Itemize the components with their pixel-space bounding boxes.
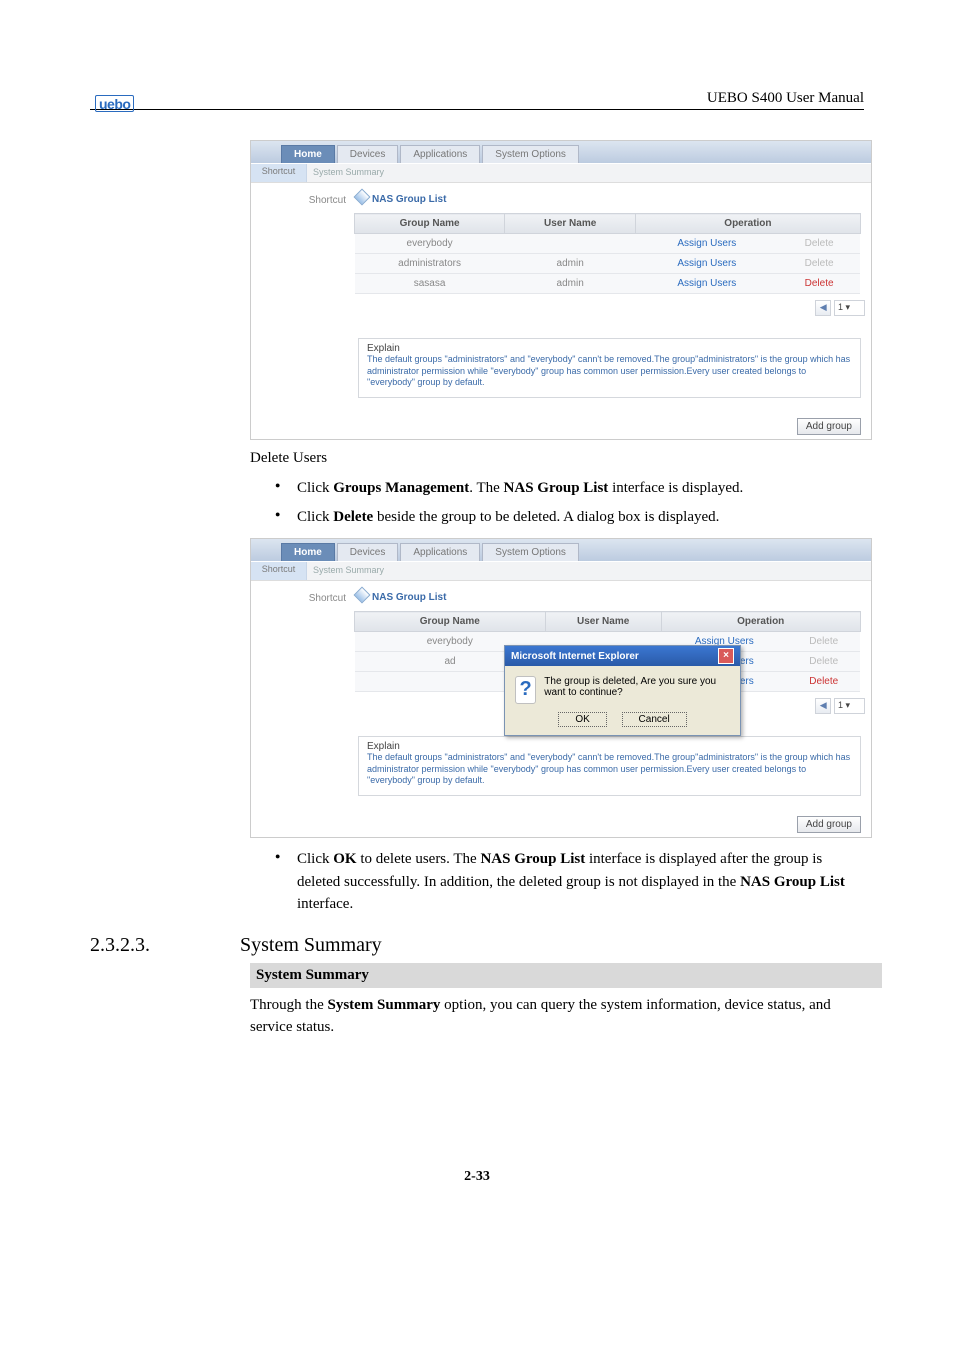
explain-box: Explain The default groups "administrato…	[358, 736, 861, 796]
submenu-system-summary[interactable]: System Summary	[307, 562, 384, 580]
pager: ◀ 1 ▾	[354, 294, 871, 316]
page-select[interactable]: 1 ▾	[834, 300, 865, 316]
assign-users-link[interactable]: Assign Users	[636, 254, 778, 274]
shortcut-bar-label: Shortcut	[251, 562, 307, 580]
screenshot-1: Home Devices Applications System Options…	[250, 140, 872, 440]
delete-link: Delete	[778, 234, 860, 254]
explain-text: The default groups "administrators" and …	[367, 354, 852, 389]
tab-applications[interactable]: Applications	[400, 543, 480, 561]
col-group-name: Group Name	[355, 214, 505, 234]
panel-title: NAS Group List	[356, 589, 871, 603]
explain-legend: Explain	[367, 343, 400, 354]
question-icon: ?	[515, 676, 536, 704]
cell-user: admin	[505, 254, 636, 274]
confirm-dialog: Microsoft Internet Explorer × ? The grou…	[504, 645, 741, 736]
panel-title-icon	[354, 587, 371, 604]
add-group-button[interactable]: Add group	[797, 418, 861, 435]
col-group-name: Group Name	[355, 612, 546, 632]
explain-box: Explain The default groups "administrato…	[358, 338, 861, 398]
col-user-name: User Name	[545, 612, 661, 632]
subsection-box: System Summary	[250, 963, 882, 988]
tab-home[interactable]: Home	[281, 145, 335, 163]
table-row: sasasa admin Assign Users Delete	[355, 274, 861, 294]
tab-devices[interactable]: Devices	[337, 145, 399, 163]
tab-devices[interactable]: Devices	[337, 543, 399, 561]
delete-link: Delete	[787, 652, 860, 672]
instructions-list-1: Click Groups Management. The NAS Group L…	[275, 477, 864, 528]
delete-link[interactable]: Delete	[787, 672, 860, 692]
list-item: Click OK to delete users. The NAS Group …	[275, 848, 864, 916]
tab-system-options[interactable]: System Options	[482, 145, 579, 163]
shortcut-bar-label: Shortcut	[251, 164, 307, 182]
cell-group: everybody	[355, 234, 505, 254]
table-row: administrators admin Assign Users Delete	[355, 254, 861, 274]
explain-legend: Explain	[367, 741, 400, 752]
explain-text: The default groups "administrators" and …	[367, 752, 852, 787]
page-prev-icon[interactable]: ◀	[815, 300, 831, 316]
shortcut-sidebar: Shortcut	[251, 581, 354, 812]
group-table: Group Name User Name Operation everybody…	[354, 213, 861, 294]
assign-users-link[interactable]: Assign Users	[636, 234, 778, 254]
page-number: 2-33	[90, 1169, 864, 1185]
cell-user: admin	[505, 274, 636, 294]
col-operation: Operation	[636, 214, 860, 234]
dialog-message: The group is deleted, Are you sure you w…	[544, 676, 732, 698]
summary-paragraph: Through the System Summary option, you c…	[250, 994, 870, 1039]
close-icon[interactable]: ×	[718, 648, 734, 664]
dialog-title: Microsoft Internet Explorer	[511, 651, 639, 662]
shortcut-sidebar: Shortcut	[251, 183, 354, 414]
page-select[interactable]: 1 ▾	[834, 698, 865, 714]
table-row: everybody Assign Users Delete	[355, 234, 861, 254]
tab-bar: Home Devices Applications System Options	[251, 141, 871, 163]
section-heading: 2.3.2.3.System Summary	[90, 934, 864, 957]
list-item: Click Groups Management. The NAS Group L…	[275, 477, 864, 500]
delete-link[interactable]: Delete	[778, 274, 860, 294]
cell-group: sasasa	[355, 274, 505, 294]
tab-applications[interactable]: Applications	[400, 145, 480, 163]
panel-title-icon	[354, 189, 371, 206]
submenu-system-summary[interactable]: System Summary	[307, 164, 384, 182]
cell-group: administrators	[355, 254, 505, 274]
tab-home[interactable]: Home	[281, 543, 335, 561]
delete-link: Delete	[778, 254, 860, 274]
col-user-name: User Name	[505, 214, 636, 234]
paragraph-delete-users: Delete Users	[250, 450, 870, 467]
brand-logo: uebo	[95, 95, 134, 112]
instructions-list-2: Click OK to delete users. The NAS Group …	[275, 848, 864, 916]
cancel-button[interactable]: Cancel	[622, 712, 687, 727]
list-item: Click Delete beside the group to be dele…	[275, 506, 864, 529]
col-operation: Operation	[661, 612, 860, 632]
tab-system-options[interactable]: System Options	[482, 543, 579, 561]
manual-title: UEBO S400 User Manual	[90, 90, 864, 110]
screenshot-2: Home Devices Applications System Options…	[250, 538, 872, 838]
cell-user	[505, 234, 636, 254]
assign-users-link[interactable]: Assign Users	[636, 274, 778, 294]
page-prev-icon[interactable]: ◀	[815, 698, 831, 714]
delete-link: Delete	[787, 632, 860, 652]
panel-title: NAS Group List	[356, 191, 871, 205]
tab-bar: Home Devices Applications System Options	[251, 539, 871, 561]
ok-button[interactable]: OK	[558, 712, 606, 727]
add-group-button[interactable]: Add group	[797, 816, 861, 833]
